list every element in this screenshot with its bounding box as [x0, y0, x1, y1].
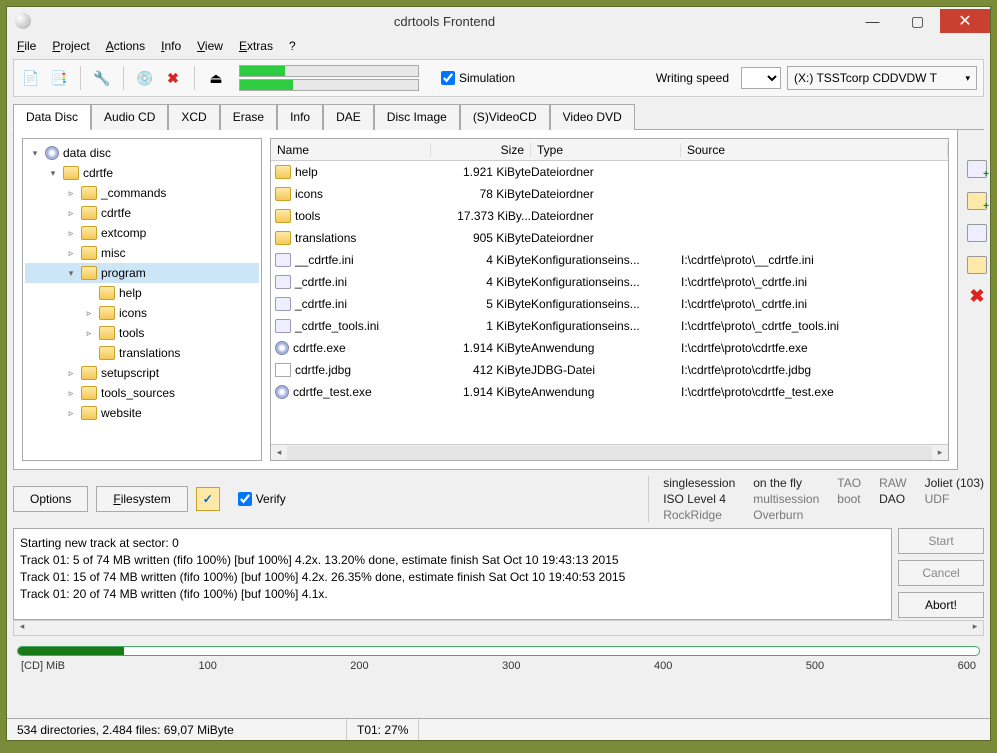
- menu-help[interactable]: ?: [289, 39, 296, 53]
- tab-xcd[interactable]: XCD: [168, 104, 219, 130]
- log-area: Starting new track at sector: 0Track 01:…: [13, 528, 984, 620]
- add-folder-icon[interactable]: [967, 192, 987, 210]
- menubar: File Project Actions Info View Extras ?: [7, 35, 990, 57]
- menu-project[interactable]: Project: [52, 39, 89, 53]
- file-row[interactable]: help1.921 KiByteDateiordner: [271, 161, 948, 183]
- writing-speed-select[interactable]: [741, 67, 781, 89]
- tree-item[interactable]: ▹tools_sources: [25, 383, 259, 403]
- toolbar-copy-icon[interactable]: 📑: [48, 67, 70, 89]
- tree-item[interactable]: ▹extcomp: [25, 223, 259, 243]
- file-list-hscroll[interactable]: ◂▸: [271, 444, 948, 460]
- tab-strip: Data DiscAudio CDXCDEraseInfoDAEDisc Ima…: [13, 103, 984, 130]
- tab-disc-image[interactable]: Disc Image: [374, 104, 460, 130]
- disc-usage: [CD] MiB100200300400500600: [17, 646, 980, 672]
- col-size[interactable]: Size: [431, 143, 531, 157]
- status-bar: 534 directories, 2.484 files: 69,07 MiBy…: [7, 718, 990, 740]
- verify-checkbox[interactable]: Verify: [238, 492, 286, 506]
- tree-item[interactable]: ▹_commands: [25, 183, 259, 203]
- filesystem-button[interactable]: Filesystem: [96, 486, 187, 512]
- file-row[interactable]: cdrtfe.jdbg412 KiByteJDBG-DateiI:\cdrtfe…: [271, 359, 948, 381]
- menu-extras[interactable]: Extras: [239, 39, 273, 53]
- tree-item[interactable]: ▾program: [25, 263, 259, 283]
- close-button[interactable]: ✕: [940, 9, 990, 33]
- menu-view[interactable]: View: [197, 39, 223, 53]
- tree-item[interactable]: ▹setupscript: [25, 363, 259, 383]
- tree-item[interactable]: ▹icons: [25, 303, 259, 323]
- side-actions: ✖: [964, 130, 990, 470]
- writing-speed-label: Writing speed: [656, 71, 729, 85]
- col-name[interactable]: Name: [271, 143, 431, 157]
- app-icon: [15, 13, 31, 29]
- cancel-button[interactable]: Cancel: [898, 560, 984, 586]
- menu-actions[interactable]: Actions: [106, 39, 145, 53]
- file-row[interactable]: _cdrtfe_tools.ini1 KiByteKonfigurationse…: [271, 315, 948, 337]
- toolbar-disc-icon[interactable]: 💿: [134, 67, 156, 89]
- tree-item[interactable]: ▾cdrtfe: [25, 163, 259, 183]
- col-type[interactable]: Type: [531, 143, 681, 157]
- tab-video-dvd[interactable]: Video DVD: [550, 104, 635, 130]
- tab-data-disc[interactable]: Data Disc: [13, 104, 91, 130]
- tab-erase[interactable]: Erase: [220, 104, 277, 130]
- add-file-icon[interactable]: [967, 160, 987, 178]
- check-icon[interactable]: ✓: [196, 487, 220, 511]
- tree-item[interactable]: ▾data disc: [25, 143, 259, 163]
- session-options: singlesession on the fly TAO RAW Joliet …: [648, 476, 984, 522]
- tab-info[interactable]: Info: [277, 104, 323, 130]
- abort-button[interactable]: Abort!: [898, 592, 984, 618]
- file-row[interactable]: _cdrtfe.ini5 KiByteKonfigurationseins...…: [271, 293, 948, 315]
- col-source[interactable]: Source: [681, 143, 948, 157]
- log-output[interactable]: Starting new track at sector: 0Track 01:…: [13, 528, 892, 620]
- titlebar: cdrtools Frontend — ▢ ✕: [7, 7, 990, 35]
- file-row[interactable]: cdrtfe_test.exe1.914 KiByteAnwendungI:\c…: [271, 381, 948, 403]
- file-row[interactable]: icons78 KiByteDateiordner: [271, 183, 948, 205]
- toolbar-new-icon[interactable]: 📄: [20, 67, 42, 89]
- tree-item[interactable]: ▹cdrtfe: [25, 203, 259, 223]
- progress-bar-1: [239, 65, 419, 77]
- file-row[interactable]: tools17.373 KiBy...Dateiordner: [271, 205, 948, 227]
- file-row[interactable]: _cdrtfe.ini4 KiByteKonfigurationseins...…: [271, 271, 948, 293]
- minimize-button[interactable]: —: [850, 9, 895, 33]
- tab-audio-cd[interactable]: Audio CD: [91, 104, 168, 130]
- status-track: T01: 27%: [347, 719, 419, 740]
- folder-tree[interactable]: ▾data disc▾cdrtfe▹_commands▹cdrtfe▹extco…: [22, 138, 262, 461]
- progress-bar-2: [239, 79, 419, 91]
- status-summary: 534 directories, 2.484 files: 69,07 MiBy…: [7, 719, 347, 740]
- simulation-checkbox[interactable]: Simulation: [441, 71, 515, 85]
- file-row[interactable]: cdrtfe.exe1.914 KiByteAnwendungI:\cdrtfe…: [271, 337, 948, 359]
- remove-icon[interactable]: ✖: [967, 288, 987, 306]
- toolbar-cancel-icon[interactable]: ✖: [162, 67, 184, 89]
- tab-dae[interactable]: DAE: [323, 104, 374, 130]
- tree-item[interactable]: ▹tools: [25, 323, 259, 343]
- menu-info[interactable]: Info: [161, 39, 181, 53]
- file-list-header[interactable]: Name Size Type Source: [271, 139, 948, 161]
- tree-item[interactable]: translations: [25, 343, 259, 363]
- maximize-button[interactable]: ▢: [895, 9, 940, 33]
- file-row[interactable]: __cdrtfe.ini4 KiByteKonfigurationseins..…: [271, 249, 948, 271]
- options-row: Options Filesystem ✓ Verify singlesessio…: [13, 476, 984, 522]
- window-title: cdrtools Frontend: [39, 14, 850, 29]
- move-file-icon[interactable]: [967, 224, 987, 242]
- menu-file[interactable]: File: [17, 39, 36, 53]
- tree-item[interactable]: ▹misc: [25, 243, 259, 263]
- options-button[interactable]: Options: [13, 486, 88, 512]
- tree-item[interactable]: ▹website: [25, 403, 259, 423]
- start-button[interactable]: Start: [898, 528, 984, 554]
- tab--s-videocd[interactable]: (S)VideoCD: [460, 104, 550, 130]
- tree-item[interactable]: help: [25, 283, 259, 303]
- toolbar-settings-icon[interactable]: 🔧: [91, 67, 113, 89]
- toolbar: 📄 📑 🔧 💿 ✖ ⏏ Simulation Writing speed (X:…: [13, 59, 984, 97]
- file-row[interactable]: translations905 KiByteDateiordner: [271, 227, 948, 249]
- log-hscroll[interactable]: ◂▸: [13, 620, 984, 636]
- move-folder-icon[interactable]: [967, 256, 987, 274]
- toolbar-eject-icon[interactable]: ⏏: [205, 67, 227, 89]
- chevron-down-icon: ▾: [965, 73, 970, 84]
- file-list: Name Size Type Source help1.921 KiByteDa…: [270, 138, 949, 461]
- drive-select[interactable]: (X:) TSSTcorp CDDVDW T▾: [787, 66, 977, 90]
